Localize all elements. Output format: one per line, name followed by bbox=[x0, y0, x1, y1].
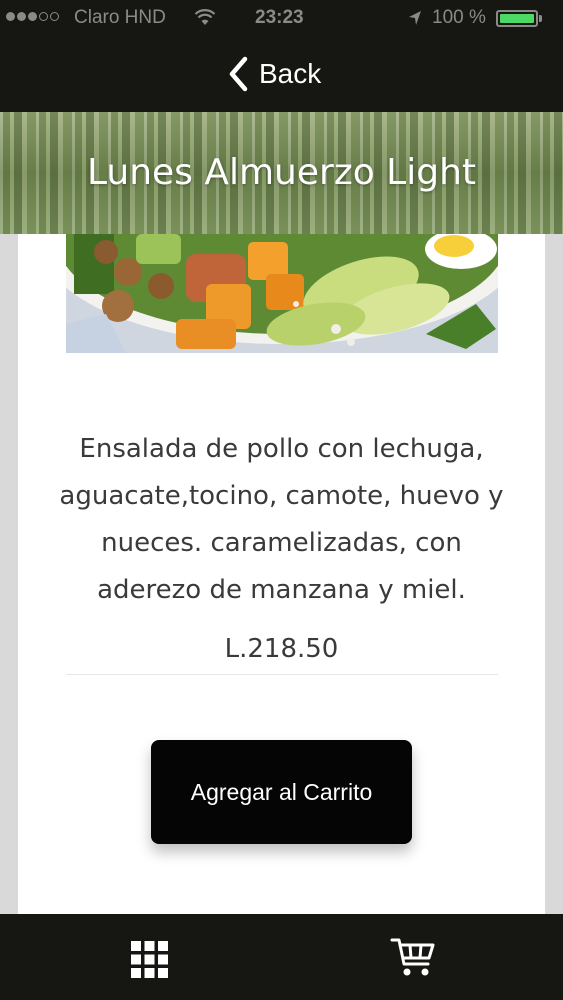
product-card: Ensalada de pollo con lechuga, aguacate,… bbox=[18, 234, 545, 914]
wifi-icon bbox=[194, 9, 216, 25]
location-arrow-icon bbox=[409, 11, 421, 25]
grid-icon[interactable] bbox=[131, 941, 168, 978]
battery-percentage: 100 % bbox=[432, 7, 486, 28]
chevron-left-icon bbox=[229, 56, 248, 92]
navigation-bar: Back bbox=[0, 38, 563, 112]
status-time: 23:23 bbox=[255, 7, 304, 28]
salad-photo bbox=[66, 234, 498, 353]
status-bar: Claro HND 23:23 100 % bbox=[0, 0, 563, 38]
add-to-cart-button[interactable]: Agregar al Carrito bbox=[151, 740, 412, 844]
signal-strength-icon bbox=[6, 12, 59, 21]
product-description: Ensalada de pollo con lechuga, aguacate,… bbox=[59, 434, 504, 605]
battery-nub bbox=[539, 15, 542, 22]
page-title: Lunes Almuerzo Light bbox=[86, 152, 477, 193]
product-price: L.218.50 bbox=[224, 634, 339, 664]
carrier-name: Claro HND bbox=[74, 7, 166, 28]
shopping-cart-icon[interactable] bbox=[390, 936, 436, 980]
bottom-tab-bar bbox=[0, 914, 563, 1000]
header-banner: Lunes Almuerzo Light bbox=[0, 112, 563, 234]
divider bbox=[66, 674, 498, 675]
back-button-label: Back bbox=[259, 58, 322, 89]
battery-icon bbox=[496, 10, 538, 27]
back-button[interactable]: Back bbox=[227, 54, 321, 94]
